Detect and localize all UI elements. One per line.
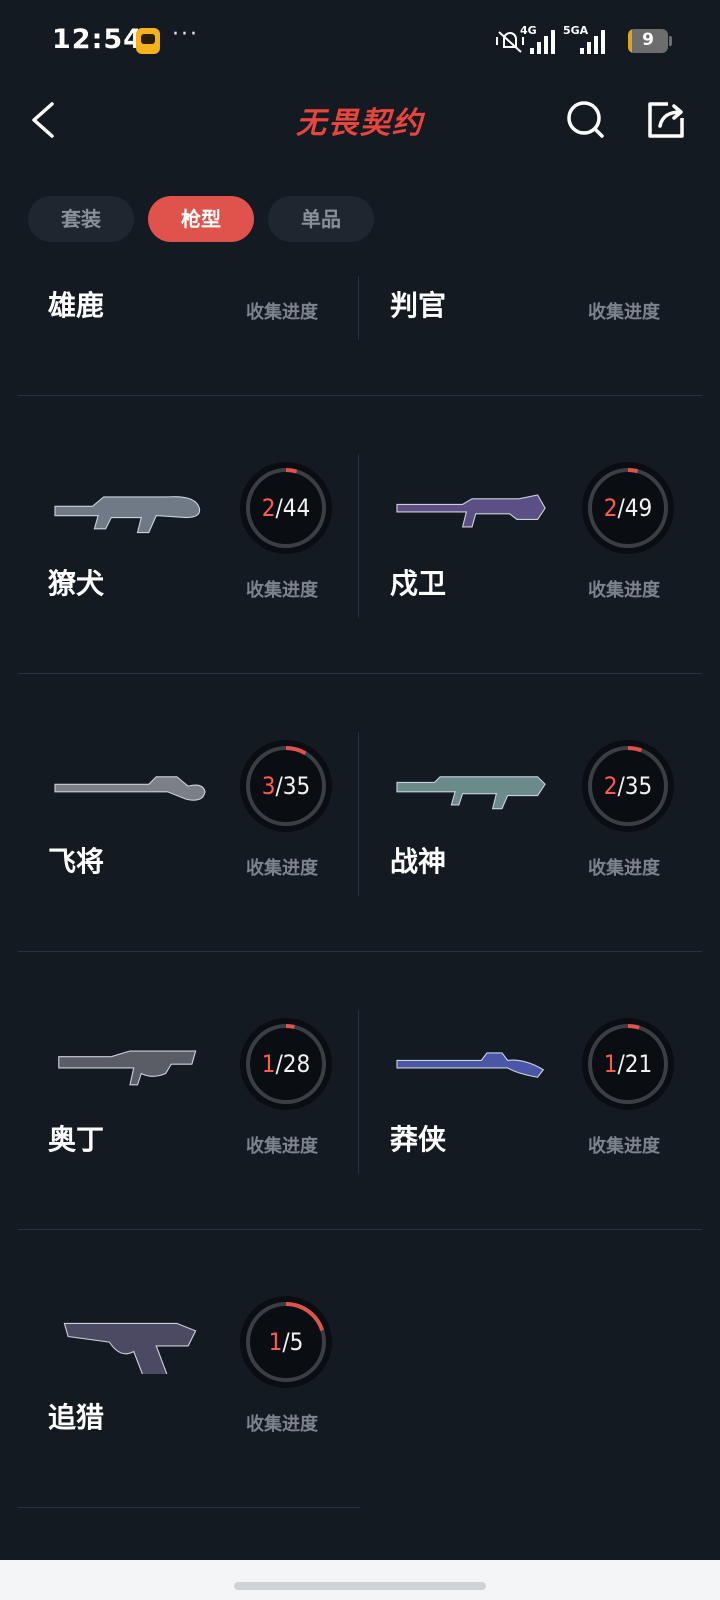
progress-label: 收集进度: [246, 302, 318, 323]
row-divider: [360, 1229, 702, 1230]
collected-count: 3: [261, 772, 276, 800]
progress-label: 收集进度: [588, 580, 660, 601]
weapon-card[interactable]: 1/28 奥丁 收集进度: [18, 946, 360, 1230]
row-divider: [18, 1507, 360, 1508]
tab-single-items[interactable]: 单品: [268, 196, 374, 242]
share-icon[interactable]: [644, 98, 688, 142]
collection-count: 2/49: [582, 462, 674, 554]
weapon-card[interactable]: 2/35 战神 收集进度: [360, 668, 702, 952]
progress-label: 收集进度: [588, 302, 660, 323]
collection-count: 1/21: [582, 1018, 674, 1110]
app-notification-icon: [136, 28, 160, 54]
collected-count: 2: [261, 494, 276, 522]
progress-label: 收集进度: [588, 1136, 660, 1157]
collection-count: 1/5: [240, 1296, 332, 1388]
battery-icon: 9: [628, 29, 668, 53]
count-separator: /: [617, 1050, 625, 1078]
progress-label: 收集进度: [246, 858, 318, 879]
count-separator: /: [275, 1050, 283, 1078]
progress-label: 收集进度: [246, 1414, 318, 1435]
collected-count: 2: [603, 494, 618, 522]
weapon-name: 獠犬: [48, 567, 105, 600]
weapon-image: [396, 1052, 545, 1078]
total-count: 35: [282, 772, 311, 800]
weapon-name: 飞将: [48, 845, 105, 878]
total-count: 21: [624, 1050, 653, 1078]
collection-count: 2/44: [240, 462, 332, 554]
status-bar: 12:54 ··· 4G 5GA 9: [0, 0, 720, 84]
weapon-name: 莽侠: [390, 1123, 447, 1156]
status-time: 12:54: [52, 24, 143, 55]
collected-count: 2: [603, 772, 618, 800]
weapon-image: [63, 1322, 197, 1374]
more-notifications-indicator: ···: [172, 22, 199, 47]
weapon-card[interactable]: 2/49 戍卫 收集进度: [360, 390, 702, 674]
weapon-image: [396, 776, 546, 810]
system-nav-area: [0, 1560, 720, 1600]
weapon-card[interactable]: 雄鹿 收集进度: [18, 276, 360, 396]
weapon-image: [54, 776, 206, 801]
weapon-card[interactable]: 1/21 莽侠 收集进度: [360, 946, 702, 1230]
collected-count: 1: [261, 1050, 276, 1078]
count-separator: /: [275, 494, 283, 522]
battery-tip: [669, 36, 672, 46]
collection-count: 3/35: [240, 740, 332, 832]
progress-label: 收集进度: [246, 580, 318, 601]
count-separator: /: [275, 772, 283, 800]
weapon-name: 判官: [390, 289, 447, 322]
weapon-name: 追猎: [48, 1401, 105, 1434]
weapon-name: 奥丁: [48, 1123, 105, 1156]
weapon-name: 战神: [390, 845, 447, 878]
total-count: 49: [624, 494, 653, 522]
signal-icon-2: [580, 30, 606, 54]
weapon-card[interactable]: 1/5 追猎 收集进度: [18, 1224, 360, 1508]
search-icon[interactable]: [564, 98, 608, 142]
page-title: 无畏契约: [296, 106, 424, 141]
collection-count: 1/28: [240, 1018, 332, 1110]
weapon-card[interactable]: 2/44 獠犬 收集进度: [18, 390, 360, 674]
weapon-grid: 雄鹿 收集进度 判官 收集进度 2/44 獠犬 收集进度 2/49 戍卫 收集进度 3/35 飞将 收集…: [18, 276, 702, 1538]
weapon-image: [396, 494, 546, 528]
count-separator: /: [617, 494, 625, 522]
home-indicator[interactable]: [234, 1582, 486, 1590]
app-header: 无畏契约: [0, 84, 720, 174]
tab-suits[interactable]: 套装: [28, 196, 134, 242]
weapon-card[interactable]: 3/35 飞将 收集进度: [18, 668, 360, 952]
weapon-name: 戍卫: [390, 567, 447, 600]
total-count: 28: [282, 1050, 311, 1078]
weapon-card[interactable]: 判官 收集进度: [360, 276, 702, 396]
battery-level: 9: [642, 30, 654, 50]
collection-count: 2/35: [582, 740, 674, 832]
count-separator: /: [282, 1328, 290, 1356]
count-separator: /: [617, 772, 625, 800]
weapon-name: 雄鹿: [48, 289, 105, 322]
weapon-image: [58, 1050, 197, 1086]
signal-icon: [530, 30, 556, 54]
collected-count: 1: [268, 1328, 283, 1356]
total-count: 44: [282, 494, 311, 522]
weapon-image: [54, 496, 201, 534]
progress-label: 收集进度: [246, 1136, 318, 1157]
collected-count: 1: [603, 1050, 618, 1078]
total-count: 5: [289, 1328, 304, 1356]
total-count: 35: [624, 772, 653, 800]
tab-weapon-types[interactable]: 枪型: [148, 196, 254, 242]
progress-label: 收集进度: [588, 858, 660, 879]
